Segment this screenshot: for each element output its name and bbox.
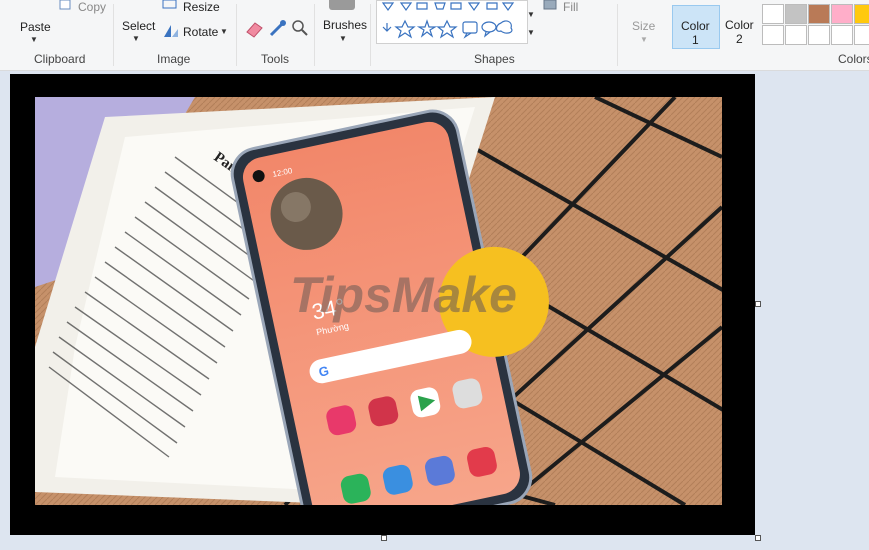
chevron-down-icon: ▼ [640, 35, 648, 44]
colors-group-label: Colors [838, 52, 869, 66]
separator [314, 4, 315, 66]
clipboard-group-label: Clipboard [34, 52, 86, 66]
rotate-icon [164, 25, 178, 37]
canvas-photo: Pangko 12:00 34° Phường G TipsMake [35, 97, 722, 505]
color1-button[interactable]: Color 1 [672, 5, 720, 49]
color-swatch-empty[interactable] [785, 25, 807, 45]
color-picker-icon[interactable] [268, 19, 288, 37]
color-swatch[interactable] [831, 4, 853, 24]
color2-button[interactable]: Color 2 [720, 5, 760, 47]
size-label: Size [632, 19, 656, 33]
resize-button[interactable]: Resize [162, 0, 222, 16]
chevron-down-icon[interactable]: ▼ [527, 10, 535, 19]
tools-group-label: Tools [261, 52, 290, 66]
resize-handle-right[interactable] [755, 301, 761, 307]
shapes-icons [381, 2, 515, 39]
brushes-label: Brushes [323, 18, 368, 32]
color-swatch-empty[interactable] [831, 25, 853, 45]
resize-handle-corner[interactable] [755, 535, 761, 541]
paste-label: Paste [20, 20, 51, 34]
separator [113, 4, 114, 66]
ribbon: Paste ▼ Copy Clipboard Select ▼ Resize R… [0, 0, 869, 71]
resize-handle-bottom[interactable] [381, 535, 387, 541]
magnifier-icon[interactable] [290, 19, 310, 37]
color-swatch-empty[interactable] [854, 25, 869, 45]
fill-icon [543, 0, 557, 10]
chevron-down-icon[interactable]: ▼ [527, 28, 535, 37]
color-swatch-empty[interactable] [762, 25, 784, 45]
color1-label: Color [681, 19, 710, 33]
select-label: Select [122, 19, 156, 33]
color-swatch[interactable] [808, 4, 830, 24]
color-swatch[interactable] [785, 4, 807, 24]
shapes-gallery[interactable] [376, 0, 528, 44]
image-group-label: Image [157, 52, 191, 66]
fill-label: Fill [563, 0, 579, 14]
color-swatch[interactable] [762, 4, 784, 24]
separator [370, 4, 371, 66]
chevron-down-icon: ▼ [132, 34, 140, 43]
resize-icon [162, 0, 177, 9]
chevron-down-icon: ▼ [339, 34, 347, 43]
resize-label: Resize [183, 0, 220, 14]
color-swatch-empty[interactable] [808, 25, 830, 45]
separator [236, 4, 237, 66]
chevron-down-icon: ▼ [30, 35, 38, 44]
brush-icon [329, 0, 355, 10]
select-button[interactable]: Select ▼ [118, 2, 156, 48]
shapes-group-label: Shapes [474, 52, 515, 66]
eraser-icon[interactable] [245, 20, 265, 38]
copy-icon [59, 0, 71, 10]
fill-button[interactable]: Fill [543, 0, 583, 16]
separator [617, 4, 618, 66]
color2-label: Color [725, 18, 754, 32]
color1-number: 1 [692, 33, 699, 47]
watermark: TipsMake [290, 267, 517, 323]
color2-number: 2 [736, 32, 743, 46]
chevron-down-icon: ▼ [220, 27, 228, 36]
rotate-button[interactable]: Rotate ▼ [162, 23, 232, 41]
brushes-button[interactable]: Brushes ▼ [320, 0, 368, 48]
paste-button[interactable]: Paste ▼ [12, 2, 57, 48]
rotate-label: Rotate [183, 25, 219, 39]
photo-scene: Pangko 12:00 34° Phường G TipsMake [35, 97, 722, 505]
copy-button[interactable]: Copy [58, 0, 108, 16]
copy-label: Copy [78, 0, 107, 14]
size-button[interactable]: Size ▼ [624, 2, 662, 48]
color-swatch[interactable] [854, 4, 869, 24]
